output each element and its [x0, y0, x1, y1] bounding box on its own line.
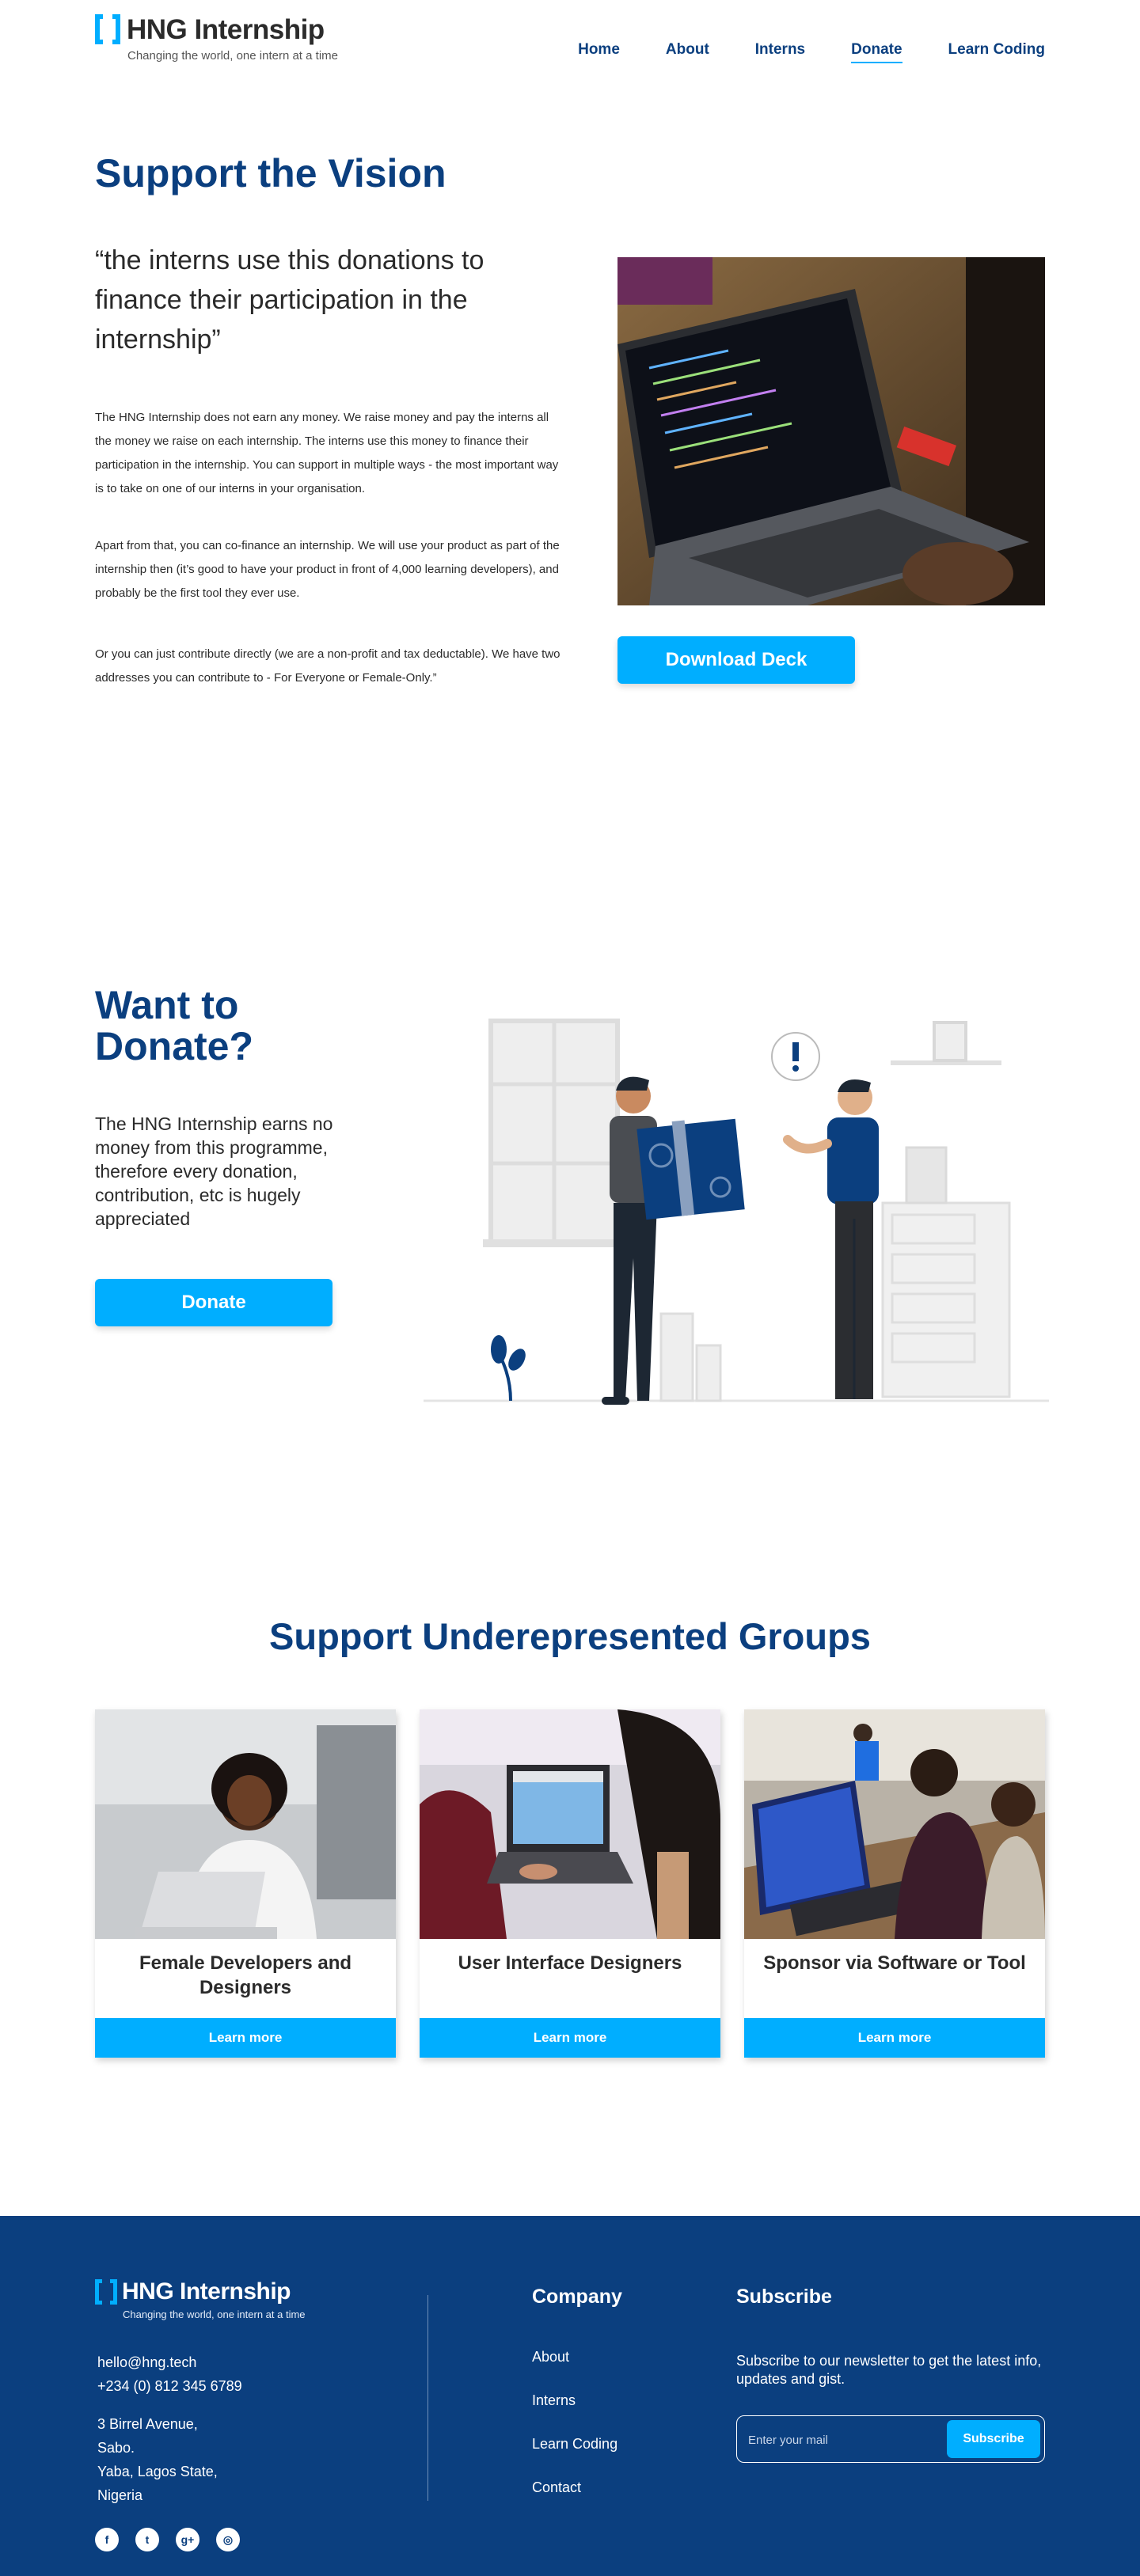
learn-more-button[interactable]: Learn more: [95, 2018, 396, 2058]
brand-bracket-icon: [95, 14, 120, 44]
site-footer: HNG Internship Changing the world, one i…: [0, 2216, 1140, 2576]
hero-paragraph-2: Apart from that, you can co-finance an i…: [95, 539, 560, 600]
ui-designer-photo: [420, 1709, 720, 1939]
nav-learn-coding[interactable]: Learn Coding: [948, 41, 1045, 63]
footer-brand-name: HNG Internship: [122, 2278, 291, 2305]
hero-paragraph-3: Or you can just contribute directly (we …: [95, 647, 560, 685]
google-plus-icon[interactable]: g+: [176, 2528, 200, 2551]
address-line: Nigeria: [97, 2487, 143, 2503]
social-links: f t g+ ◎: [95, 2528, 240, 2551]
nav-donate[interactable]: Donate: [851, 41, 902, 63]
learn-more-button[interactable]: Learn more: [420, 2018, 720, 2058]
page-title: Support the Vision: [95, 151, 446, 195]
subscribe-text: Subscribe to our newsletter to get the l…: [736, 2353, 1042, 2387]
groups-title: Support Underepresented Groups: [269, 1615, 871, 1657]
footer-brand-tagline: Changing the world, one intern at a time: [123, 2309, 306, 2320]
nav-home[interactable]: Home: [578, 41, 620, 63]
card-title: User Interface Designers: [458, 1952, 682, 1974]
donate-button[interactable]: Donate: [95, 1279, 332, 1326]
brand-bracket-icon: [95, 2279, 117, 2305]
brand-tagline: Changing the world, one intern at a time: [127, 49, 338, 63]
brand-name: HNG Internship: [127, 14, 325, 45]
group-card-sponsor-software: Sponsor via Software or Tool Learn more: [744, 1709, 1045, 2058]
nav-interns[interactable]: Interns: [755, 41, 805, 63]
subscribe-heading: Subscribe: [736, 2286, 832, 2308]
card-title: Sponsor via Software or Tool: [763, 1952, 1026, 1974]
subscribe-email-input[interactable]: [748, 2430, 922, 2450]
twitter-icon[interactable]: t: [135, 2528, 159, 2551]
sponsor-team-photo: [744, 1709, 1045, 1939]
footer-link-interns[interactable]: Interns: [532, 2392, 618, 2436]
footer-link-contact[interactable]: Contact: [532, 2479, 618, 2523]
subscribe-button[interactable]: Subscribe: [947, 2420, 1040, 2458]
footer-email[interactable]: hello@hng.tech: [97, 2350, 242, 2374]
facebook-icon[interactable]: f: [95, 2528, 119, 2551]
learn-more-button[interactable]: Learn more: [744, 2018, 1045, 2058]
donate-title: Want to Donate?: [95, 983, 253, 1068]
top-navigation: HNG Internship Changing the world, one i…: [0, 0, 1140, 87]
footer-link-about[interactable]: About: [532, 2349, 618, 2392]
group-card-female-developers: Female Developers and Designers Learn mo…: [95, 1709, 396, 2058]
hero-quote: “the interns use this donations to finan…: [95, 245, 484, 355]
nav-links: Home About Interns Donate Learn Coding: [532, 41, 1045, 63]
nav-about[interactable]: About: [666, 41, 709, 63]
laptop-coding-photo: [618, 257, 1045, 605]
donation-illustration: [424, 1005, 1049, 1417]
footer-link-learn-coding[interactable]: Learn Coding: [532, 2436, 618, 2479]
group-card-ui-designers: User Interface Designers Learn more: [420, 1709, 720, 2058]
download-deck-button[interactable]: Download Deck: [618, 636, 855, 684]
hero-paragraph-1: The HNG Internship does not earn any mon…: [95, 411, 559, 495]
footer-address: 3 Birrel Avenue, Sabo. Yaba, Lagos State…: [97, 2412, 218, 2507]
footer-phone[interactable]: +234 (0) 812 345 6789: [97, 2374, 242, 2398]
company-links: About Interns Learn Coding Contact: [532, 2349, 618, 2523]
address-line: Sabo.: [97, 2440, 135, 2456]
company-heading: Company: [532, 2286, 622, 2308]
address-line: Yaba, Lagos State,: [97, 2464, 218, 2479]
donate-text: The HNG Internship earns no money from t…: [95, 1113, 333, 1229]
subscribe-form: Subscribe: [736, 2415, 1045, 2463]
instagram-icon[interactable]: ◎: [216, 2528, 240, 2551]
female-developer-photo: [95, 1709, 396, 1939]
card-title: Female Developers and Designers: [139, 1952, 352, 1998]
footer-contact: hello@hng.tech +234 (0) 812 345 6789: [97, 2350, 242, 2398]
address-line: 3 Birrel Avenue,: [97, 2416, 198, 2432]
